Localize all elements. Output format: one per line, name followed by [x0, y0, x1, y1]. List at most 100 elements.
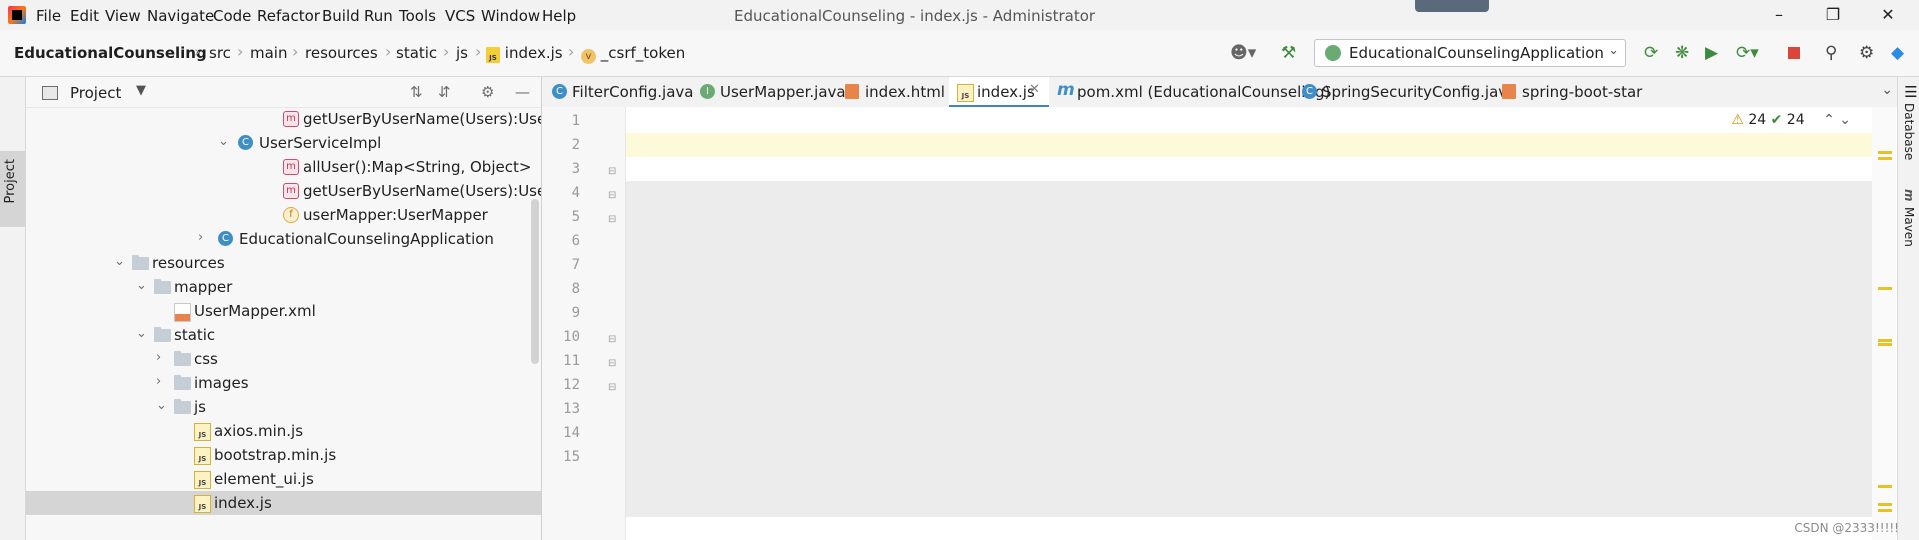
- fold-icon[interactable]: ⊟: [608, 190, 616, 201]
- warning-mark[interactable]: [1878, 157, 1892, 160]
- user-icon[interactable]: ☻▾: [1230, 43, 1256, 63]
- fold-icon[interactable]: ⊟: [608, 214, 616, 225]
- tree-item[interactable]: › images: [26, 371, 541, 395]
- tree-item[interactable]: f userMapper:UserMapper: [26, 203, 541, 227]
- warning-mark[interactable]: [1878, 151, 1892, 154]
- menu-view[interactable]: View: [105, 7, 141, 25]
- rerun-icon[interactable]: ⟳: [1644, 43, 1658, 63]
- editor-error-stripe[interactable]: [1872, 107, 1896, 540]
- tree-item[interactable]: ⌄ mapper: [26, 275, 541, 299]
- window-drag-handle[interactable]: [1415, 0, 1489, 12]
- warning-mark[interactable]: [1878, 509, 1892, 512]
- collapse-all-icon[interactable]: ⇵: [438, 83, 451, 101]
- jetbrains-toolbox-icon[interactable]: ◆: [1891, 43, 1904, 63]
- hammer-icon[interactable]: ⚒: [1281, 43, 1296, 63]
- folder-icon: [174, 399, 191, 414]
- warning-mark[interactable]: [1878, 485, 1892, 488]
- expand-all-icon[interactable]: ⇅: [410, 83, 423, 101]
- warning-mark[interactable]: [1878, 339, 1892, 342]
- menu-code[interactable]: Code: [213, 7, 251, 25]
- field-icon: f: [283, 207, 299, 223]
- menu-help[interactable]: Help: [542, 7, 576, 25]
- tree-item[interactable]: › C EducationalCounselingApplication: [26, 227, 541, 251]
- tree-item[interactable]: JS element_ui.js: [26, 467, 541, 491]
- menu-run[interactable]: Run: [364, 7, 393, 25]
- tab-spring-boot-starter[interactable]: spring-boot-star: [1494, 77, 1642, 107]
- hide-panel-icon[interactable]: —: [515, 83, 530, 101]
- warning-mark[interactable]: [1878, 343, 1892, 346]
- tab-index-js[interactable]: JS index.js ✕: [949, 77, 1049, 107]
- close-icon[interactable]: ✕: [1868, 3, 1908, 27]
- menu-vcs[interactable]: VCS: [445, 7, 475, 25]
- menu-navigate[interactable]: Navigate: [147, 7, 214, 25]
- menu-window[interactable]: Window: [481, 7, 540, 25]
- breadcrumb-file[interactable]: JS index.js: [486, 44, 563, 63]
- search-icon[interactable]: ⚲: [1825, 43, 1837, 63]
- tab-pom-xml[interactable]: m pom.xml (EducationalCounseling): [1049, 77, 1330, 107]
- close-tab-icon[interactable]: ✕: [1029, 82, 1040, 97]
- tab-index-html[interactable]: index.html: [837, 77, 949, 107]
- breadcrumb-static[interactable]: static: [396, 44, 437, 62]
- tab-usermapper[interactable]: I UserMapper.java: [692, 77, 846, 107]
- fold-icon[interactable]: ⊟: [608, 358, 616, 369]
- coverage-icon[interactable]: ▶: [1705, 43, 1718, 63]
- nav-up-down-icon[interactable]: ⌃ ⌄: [1823, 112, 1851, 128]
- chevron-right-icon[interactable]: ›: [156, 350, 161, 365]
- tree-item[interactable]: JS bootstrap.min.js: [26, 443, 541, 467]
- chevron-down-icon[interactable]: ⌄: [156, 398, 167, 413]
- tab-springsecurityconfig[interactable]: C SpringSecurityConfig.java: [1294, 77, 1516, 107]
- tree-item[interactable]: m getUserByUserName(Users):User: [26, 179, 541, 203]
- tree-item[interactable]: m getUserByUserName(Users):User: [26, 107, 541, 131]
- menu-tools[interactable]: Tools: [399, 7, 436, 25]
- menu-file[interactable]: File: [36, 7, 61, 25]
- menu-build[interactable]: Build: [322, 7, 360, 25]
- fold-icon[interactable]: ⊟: [608, 166, 616, 177]
- maximize-icon[interactable]: ❐: [1813, 3, 1853, 27]
- breadcrumb-js[interactable]: js: [456, 44, 468, 62]
- chevron-down-icon[interactable]: ⌄: [1881, 82, 1893, 98]
- profile-icon[interactable]: ⟳▾: [1736, 43, 1759, 63]
- breadcrumb-resources[interactable]: resources: [305, 44, 378, 62]
- breadcrumb-symbol[interactable]: v _csrf_token: [581, 44, 685, 64]
- tree-item[interactable]: ⌄ js: [26, 395, 541, 419]
- tree-item[interactable]: ⌄ resources: [26, 251, 541, 275]
- inspection-widget[interactable]: ⚠ 24 ✔ 24 ⌃ ⌄: [1731, 112, 1851, 128]
- chevron-down-icon[interactable]: ⌄: [136, 326, 147, 341]
- code-editor[interactable]: 1 2 3 4 5 6 7 8 9 10 11 12 13 14 15 ⊟ ⊟ …: [542, 107, 1897, 540]
- fold-icon[interactable]: ⊟: [608, 334, 616, 345]
- menu-refactor[interactable]: Refactor: [257, 7, 320, 25]
- debug-icon[interactable]: ❋: [1675, 43, 1689, 63]
- tree-item[interactable]: JS axios.min.js: [26, 419, 541, 443]
- chevron-down-icon[interactable]: ⌄: [114, 254, 125, 269]
- fold-icon[interactable]: ⊟: [608, 382, 616, 393]
- tree-item[interactable]: UserMapper.xml: [26, 299, 541, 323]
- maven-tool-button[interactable]: Maven: [1902, 207, 1916, 247]
- breadcrumb-project[interactable]: EducationalCounseling: [14, 44, 207, 62]
- warning-mark[interactable]: [1878, 287, 1892, 290]
- tab-filterconfig[interactable]: C FilterConfig.java: [542, 77, 693, 107]
- chevron-down-icon[interactable]: ⌄: [218, 134, 229, 149]
- tree-item[interactable]: ⌄ C UserServiceImpl: [26, 131, 541, 155]
- gear-icon[interactable]: ⚙: [481, 83, 494, 101]
- breadcrumb-main[interactable]: main: [250, 44, 287, 62]
- tree-item[interactable]: m allUser():Map<String, Object>: [26, 155, 541, 179]
- tree-item[interactable]: › css: [26, 347, 541, 371]
- tree-item-selected[interactable]: JS index.js: [26, 491, 541, 515]
- tree-item[interactable]: ⌄ static: [26, 323, 541, 347]
- chevron-right-icon[interactable]: ›: [198, 230, 203, 245]
- run-configuration-select[interactable]: EducationalCounselingApplication ⌄: [1314, 39, 1626, 67]
- stop-icon[interactable]: [1788, 47, 1800, 59]
- breadcrumb-src[interactable]: src: [209, 44, 231, 62]
- chevron-right-icon[interactable]: ›: [156, 374, 161, 389]
- chevron-down-icon[interactable]: ▼: [136, 83, 146, 98]
- chevron-down-icon[interactable]: ⌄: [136, 278, 147, 293]
- xml-file-icon: [174, 303, 191, 322]
- warning-mark[interactable]: [1878, 503, 1892, 506]
- menu-edit[interactable]: Edit: [70, 7, 99, 25]
- project-panel-title[interactable]: Project: [70, 84, 121, 102]
- settings-icon[interactable]: ⚙: [1859, 43, 1874, 63]
- tree-scrollbar[interactable]: [531, 199, 539, 364]
- project-tool-button[interactable]: Project: [0, 151, 25, 227]
- database-tool-button[interactable]: Database: [1902, 103, 1916, 160]
- minimize-icon[interactable]: –: [1759, 3, 1799, 27]
